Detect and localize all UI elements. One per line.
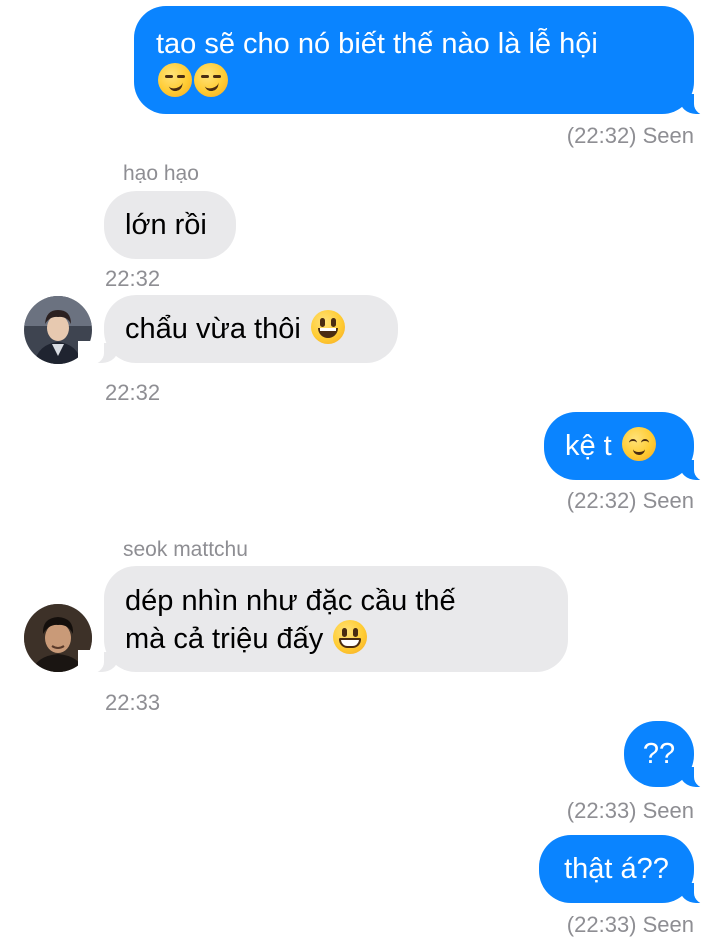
message-text: lớn rồi: [125, 209, 207, 241]
message-time: 22:33: [105, 690, 161, 715]
sender-name: seok mattchu: [123, 538, 248, 561]
smiley-face-icon: [310, 310, 345, 344]
message-status: (22:32) Seen: [566, 488, 694, 513]
message-status: (22:33) Seen: [566, 798, 694, 823]
grinning-face-icon: [333, 620, 368, 654]
sender-name: hạo hạo: [123, 162, 199, 185]
smirking-face-icon: [158, 63, 192, 97]
message-time: 22:32: [105, 380, 161, 405]
message-text: dép nhìn như đặc cầu thế: [125, 585, 456, 617]
smirking-face-icon: [194, 63, 228, 97]
outgoing-message-bubble[interactable]: thật á??: [539, 835, 720, 905]
message-status: (22:33) Seen: [566, 912, 694, 937]
message-text: tao sẽ cho nó biết thế nào là lễ hội: [156, 28, 598, 60]
outgoing-message-bubble[interactable]: ??: [624, 721, 720, 789]
message-time: 22:32: [105, 266, 161, 291]
message-text: chẩu vừa thôi: [125, 313, 301, 345]
incoming-message-bubble[interactable]: dép nhìn như đặc cầu thế mà cả triệu đấy: [78, 566, 568, 674]
message-text: ??: [642, 738, 676, 770]
message-status: (22:32) Seen: [566, 123, 694, 148]
message-text: kệ t: [565, 430, 612, 462]
message-text: thật á??: [564, 853, 669, 885]
relieved-face-icon: [621, 427, 656, 461]
incoming-message-bubble[interactable]: lớn rồi: [104, 191, 236, 259]
message-text: mà cả triệu đấy: [125, 623, 324, 655]
incoming-message-bubble[interactable]: chẩu vừa thôi: [78, 295, 398, 365]
outgoing-message-bubble[interactable]: tao sẽ cho nó biết thế nào là lễ hội: [134, 6, 720, 116]
outgoing-message-bubble[interactable]: kệ t: [544, 412, 720, 482]
